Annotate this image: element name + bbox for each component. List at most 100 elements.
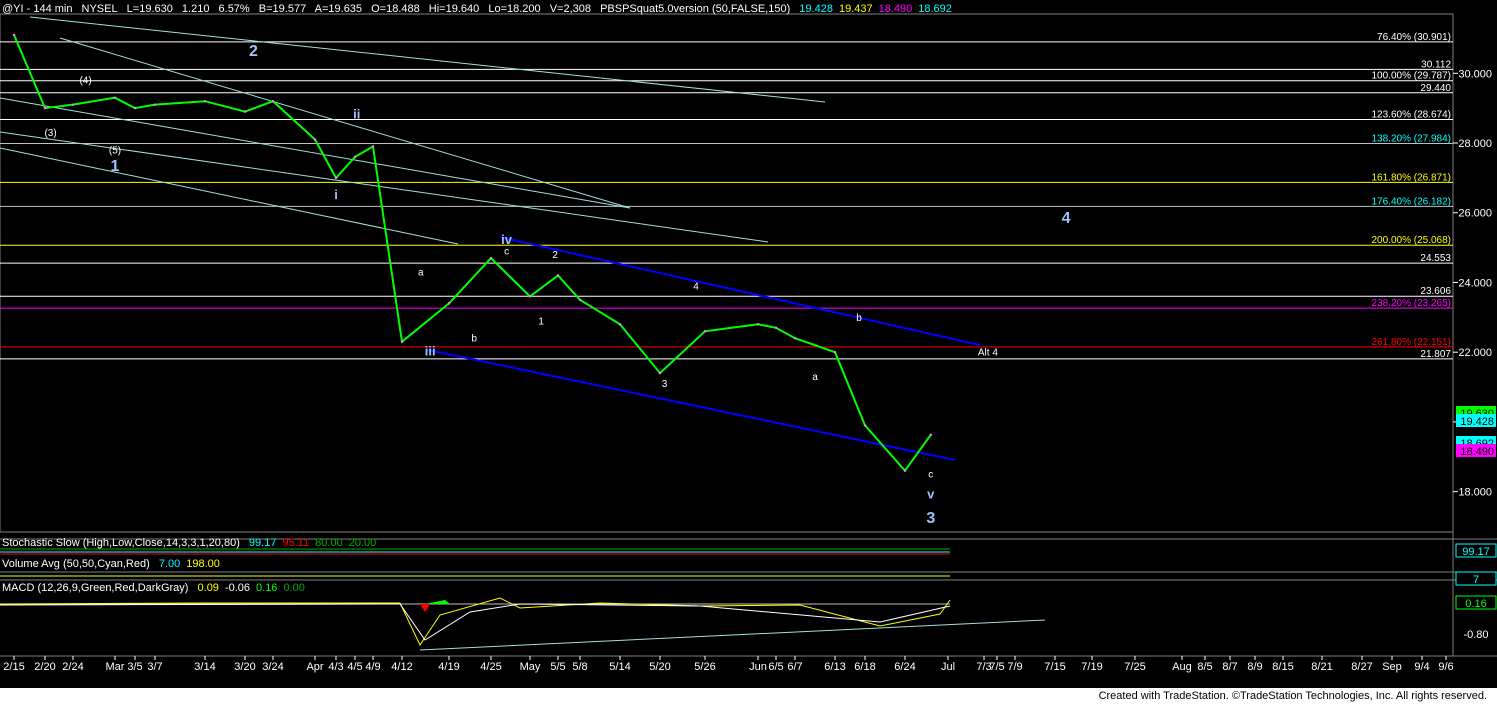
level-label-2: 100.00% (29.787) — [1371, 71, 1451, 82]
x-tick-label-41: 8/27 — [1351, 661, 1372, 673]
x-tick-label-13: 4/12 — [391, 661, 412, 673]
wave-label-14: 4 — [693, 281, 699, 292]
x-tick-label-26: 6/18 — [854, 661, 875, 673]
wave-label-9: a — [418, 267, 424, 278]
wave-label-15: 3 — [662, 379, 668, 390]
wave-label-21: 4 — [1062, 210, 1071, 227]
price-point-16 — [528, 295, 532, 298]
price-point-5 — [153, 103, 157, 106]
price-point-12 — [371, 145, 375, 148]
x-tick-label-8: 3/24 — [262, 661, 283, 673]
x-tick-label-43: 9/4 — [1414, 661, 1429, 673]
macd-value-3: 0.00 — [283, 582, 305, 594]
x-tick-label-28: Jul — [941, 661, 955, 673]
price-point-21 — [703, 330, 707, 333]
ind-axis-label-3: -0.80 — [1463, 629, 1488, 641]
price-series-line — [13, 34, 932, 473]
footer: Created with TradeStation. ©TradeStation… — [0, 688, 1497, 704]
wave-label-1: 1 — [111, 158, 120, 175]
level-label-10: 23.606 — [1420, 286, 1451, 297]
stochastic-header: Stochastic Slow (High,Low,Close,14,3,3,1… — [2, 537, 388, 549]
price-point-3 — [113, 96, 117, 99]
study-values: 19.428 19.437 18.490 18.692 — [799, 3, 958, 15]
price-point-15 — [489, 256, 493, 260]
wave-label-5: ii — [353, 107, 360, 122]
ind-axis-label-2: 0.16 — [1465, 598, 1486, 610]
x-tick-label-34: 7/25 — [1124, 661, 1145, 673]
x-tick-label-10: 4/3 — [328, 661, 343, 673]
x-tick-label-20: 5/20 — [649, 661, 670, 673]
price-point-0 — [12, 33, 16, 37]
wave-label-0: 2 — [249, 43, 258, 60]
trend-line-6 — [427, 349, 956, 461]
level-label-5: 138.20% (27.984) — [1371, 134, 1451, 145]
x-tick-label-27: 6/24 — [894, 661, 915, 673]
wave-label-11: iii — [425, 344, 436, 359]
exchange-label: NYSEL — [81, 3, 118, 15]
stochastic-value-3: 20.00 — [348, 537, 377, 549]
macd-value-2: 0.16 — [256, 582, 278, 594]
price-point-22 — [756, 323, 760, 326]
y-tick-label-3: 24.000 — [1458, 277, 1492, 289]
symbol-label: @YI - 144 min — [2, 3, 73, 15]
price-point-25 — [833, 350, 837, 354]
copyright-text: Created with TradeStation. ©TradeStation… — [1098, 690, 1487, 702]
wave-label-3: (5) — [109, 145, 121, 156]
level-label-1: 30.112 — [1421, 59, 1451, 70]
price-point-19 — [618, 323, 622, 326]
price-point-28 — [929, 433, 932, 437]
x-tick-label-31: 7/9 — [1007, 661, 1022, 673]
level-label-11: 238.20% (23.265) — [1371, 298, 1451, 309]
price-change-pct: 6.57% — [218, 3, 250, 15]
level-label-3: 29.440 — [1420, 83, 1451, 94]
price-axis-bg — [1453, 14, 1497, 656]
x-tick-label-15: 4/25 — [480, 661, 501, 673]
wave-label-12: 1 — [538, 316, 544, 327]
volume-value: V=2,308 — [549, 3, 591, 15]
ind-axis-label-1: 7 — [1473, 574, 1479, 586]
x-tick-label-24: 6/7 — [787, 661, 802, 673]
wave-label-19: v — [927, 487, 935, 502]
x-tick-label-32: 7/15 — [1044, 661, 1065, 673]
macd-value-1: -0.06 — [224, 582, 251, 594]
x-tick-label-35: Aug — [1172, 661, 1192, 673]
wave-label-10: b — [471, 334, 477, 345]
x-tick-label-7: 3/20 — [234, 661, 255, 673]
last-value-label-1: 19.428 — [1460, 416, 1494, 428]
price-point-17 — [556, 274, 560, 277]
level-label-12: 261.80% (22.151) — [1371, 337, 1451, 348]
x-tick-label-44: 9/6 — [1438, 661, 1453, 673]
price-point-24 — [793, 337, 797, 340]
volume-value-1: 198.00 — [186, 558, 220, 570]
wave-label-8: c — [504, 247, 509, 258]
macd-histogram-pos — [425, 600, 450, 604]
x-tick-label-19: 5/14 — [609, 661, 630, 673]
macd-header: MACD (12,26,9,Green,Red,DarkGray) 0.09 -0… — [2, 582, 317, 594]
x-tick-label-2: 2/24 — [62, 661, 83, 673]
x-tick-label-11: 4/5 — [347, 661, 362, 673]
x-tick-label-25: 6/13 — [824, 661, 845, 673]
trend-line-3 — [0, 147, 459, 245]
ask-price: A=19.635 — [314, 3, 363, 15]
high-price: Hi=19.640 — [428, 3, 480, 15]
ind-axis-label-0: 99.17 — [1462, 546, 1490, 558]
level-label-8: 200.00% (25.068) — [1371, 235, 1451, 246]
study-value-2: 18.490 — [878, 3, 913, 15]
x-tick-label-36: 8/5 — [1197, 661, 1212, 673]
stochastic-name: Stochastic Slow (High,Low,Close,14,3,3,1… — [2, 537, 240, 549]
stochastic-value-2: 80.00 — [315, 537, 343, 549]
x-tick-label-14: 4/19 — [438, 661, 459, 673]
trend-line-0 — [29, 16, 826, 103]
price-chart: 76.40% (30.901) 30.112100.00% (29.787)29.… — [0, 13, 1497, 673]
wave-label-13: 2 — [552, 250, 558, 261]
y-tick-label-2: 26.000 — [1458, 208, 1492, 220]
x-tick-label-30: 7/5 — [989, 661, 1004, 673]
y-tick-label-6: 18.000 — [1458, 487, 1492, 499]
wave-label-2: (3) — [44, 128, 56, 139]
price-point-9 — [313, 138, 317, 141]
price-point-7 — [243, 110, 247, 113]
x-tick-label-37: 8/7 — [1222, 661, 1237, 673]
x-tick-label-22: Jun — [749, 661, 767, 673]
x-tick-label-6: 3/14 — [194, 661, 215, 673]
x-tick-label-40: 8/21 — [1311, 661, 1332, 673]
